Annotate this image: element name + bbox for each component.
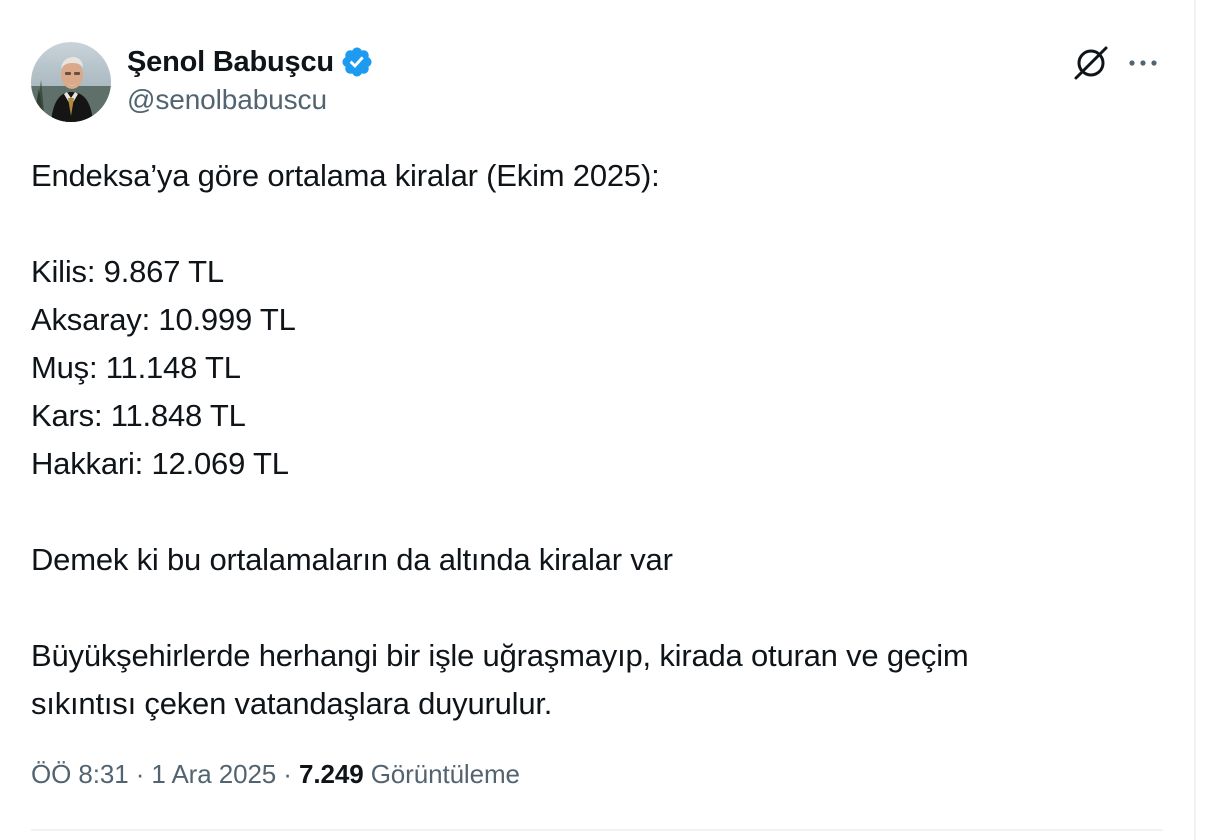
avatar[interactable]: [31, 42, 111, 122]
tweet-closing-line-1: Büyükşehirlerde herhangi bir işle uğraşm…: [31, 638, 969, 673]
meta-separator: ·: [135, 759, 145, 789]
rent-line-hakkari: Hakkari: 12.069 TL: [31, 446, 289, 481]
rent-line-aksaray: Aksaray: 10.999 TL: [31, 302, 296, 337]
tweet-text: Endeksa’ya göre ortalama kiralar (Ekim 2…: [31, 152, 1151, 728]
views-label[interactable]: Görüntüleme: [371, 759, 520, 789]
views-count[interactable]: 7.249: [299, 759, 364, 789]
more-icon[interactable]: [1124, 44, 1162, 82]
profile-photo-icon: [31, 42, 111, 122]
grok-icon[interactable]: [1072, 44, 1110, 82]
display-name[interactable]: Şenol Babuşcu: [127, 46, 334, 79]
tweet-closing-line-2: sıkıntısı çeken vatandaşlara duyurulur.: [31, 686, 553, 721]
rent-line-mus: Muş: 11.148 TL: [31, 350, 241, 385]
author-handle[interactable]: @senolbabuscu: [127, 84, 327, 116]
column-border: [1194, 0, 1196, 840]
meta-separator: ·: [283, 759, 292, 789]
rent-line-kars: Kars: 11.848 TL: [31, 398, 246, 433]
tweet-meta: ÖÖ 8:31 · 1 Ara 2025 · 7.249 Görüntüleme: [31, 759, 520, 790]
author-name-row[interactable]: Şenol Babuşcu: [127, 42, 374, 82]
tweet-note: Demek ki bu ortalamaların da altında kir…: [31, 542, 673, 577]
divider: [31, 829, 1163, 831]
tweet-intro: Endeksa’ya göre ortalama kiralar (Ekim 2…: [31, 158, 660, 193]
tweet-time[interactable]: ÖÖ 8:31: [31, 759, 129, 789]
tweet-date[interactable]: 1 Ara 2025: [151, 759, 276, 789]
rent-line-kilis: Kilis: 9.867 TL: [31, 254, 224, 289]
verified-badge-icon[interactable]: [340, 45, 374, 79]
